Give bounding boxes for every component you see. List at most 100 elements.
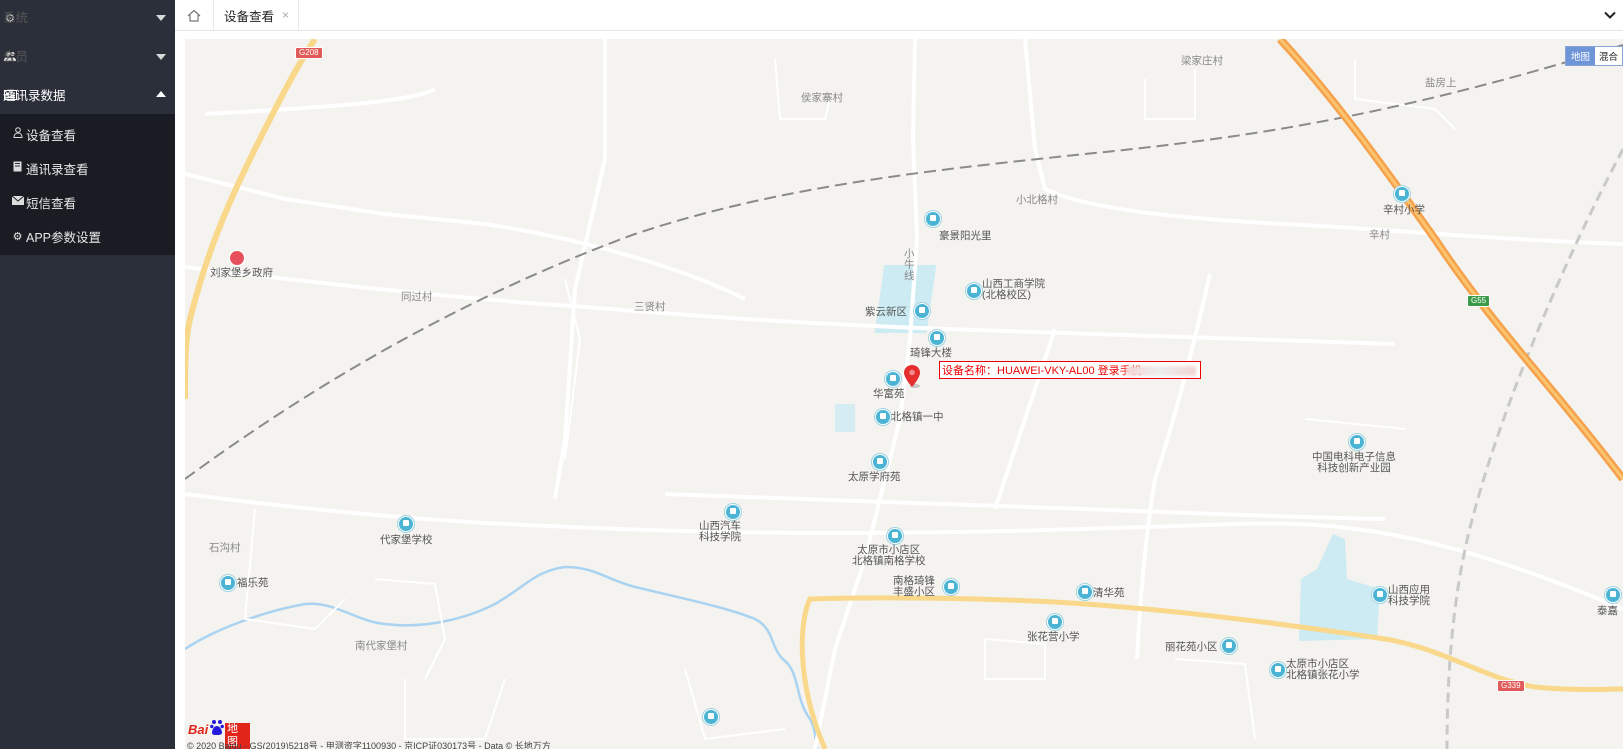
road-label-vertical: 小 牛 线 [904, 249, 915, 282]
sidebar-item-app-settings[interactable]: ⚙ APP参数设置 [0, 219, 175, 253]
poi-label: 华富苑 [873, 388, 905, 400]
gear-icon: ⚙ [12, 230, 23, 243]
poi-label: 紫云新区 [865, 306, 907, 318]
envelope-icon [11, 195, 24, 208]
poi-icon[interactable] [914, 303, 930, 319]
poi-icon[interactable] [1221, 638, 1237, 654]
poi-icon[interactable] [929, 330, 945, 346]
government-marker-icon[interactable] [229, 250, 245, 266]
chevron-down-icon [156, 15, 166, 21]
map-type-hybrid-button[interactable]: 混合 [1594, 47, 1622, 65]
poi-icon[interactable] [887, 528, 903, 544]
poi-label: 山西汽车 科技学院 [699, 521, 741, 543]
poi-label: 山西应用 科技学院 [1388, 585, 1430, 607]
poi-sub: 北格镇张花小学 [1286, 669, 1360, 681]
sidebar-item-contacts-view[interactable]: 通讯录查看 [0, 151, 175, 185]
poi-icon[interactable] [943, 579, 959, 595]
device-info-text: 设备名称：HUAWEI-VKY-AL00 登录手机: [942, 365, 1145, 377]
poi-sub: 科技学院 [1388, 595, 1430, 607]
poi-icon[interactable] [220, 575, 236, 591]
chevron-down-icon [156, 54, 166, 60]
village-label: 梁家庄村 [1181, 55, 1223, 67]
home-icon [187, 9, 201, 22]
sidebar-item-label: APP参数设置 [26, 230, 102, 245]
baidu-logo-text-left: Bai [188, 722, 209, 737]
poi-label: 辛村小学 [1383, 204, 1425, 216]
poi-icon[interactable] [703, 709, 719, 725]
village-label: 三贤村 [634, 301, 666, 313]
poi-icon[interactable] [885, 371, 901, 387]
poi-icon[interactable] [1372, 587, 1388, 603]
paw-icon [210, 720, 224, 735]
poi-sub: 丰盛小区 [893, 586, 935, 598]
map-copyright: © 2020 Baidu - GS(2019)5218号 - 甲测资字11009… [187, 741, 551, 749]
poi-icon[interactable] [1047, 614, 1063, 630]
poi-icon[interactable] [725, 504, 741, 520]
village-label: 石沟村 [209, 542, 241, 554]
sidebar-item-label: 短信查看 [26, 196, 77, 211]
sidebar: ⚙ 系统 会员 通讯录数据 设备查看 通讯录查看 短信查看 ⚙ APP参数设置 [0, 0, 175, 749]
redacted-phone [1126, 366, 1196, 376]
poi-label: 张花营小学 [1027, 631, 1080, 643]
device-info-label: 设备名称：HUAWEI-VKY-AL00 登录手机: [939, 361, 1201, 379]
road-badge-g55: G55 [1467, 295, 1491, 307]
poi-label: 福乐苑 [237, 577, 269, 589]
sidebar-item-sms-view[interactable]: 短信查看 [0, 185, 175, 219]
poi-sub: 科技创新产业园 [1317, 462, 1391, 474]
poi-label: 太原学府苑 [848, 471, 901, 483]
tab-menu-button[interactable] [1601, 6, 1619, 24]
tab-device-view[interactable]: 设备查看 × [214, 0, 300, 30]
menu-members[interactable]: 会员 [0, 39, 175, 75]
book-icon [11, 161, 24, 175]
poi-label: 清华苑 [1093, 587, 1125, 599]
sidebar-item-label: 设备查看 [26, 128, 77, 143]
user-outline-icon [11, 127, 24, 141]
baidu-logo: Bai 地图 [188, 719, 250, 749]
poi-icon[interactable] [966, 283, 982, 299]
road-label-char: 线 [904, 270, 915, 282]
submenu: 设备查看 通讯录查看 短信查看 ⚙ APP参数设置 [0, 114, 175, 255]
poi-label: 太原市小店区 北格镇南格学校 [852, 545, 926, 567]
map-canvas[interactable]: G208 G55 G339 梁家庄村 侯家寨村 盐房上 小北格村 辛村 同过村 … [185, 39, 1623, 749]
poi-sub: (北格校区) [982, 289, 1031, 301]
poi-label: 南格琦锋 丰盛小区 [893, 576, 935, 598]
menu-contacts-data[interactable]: 通讯录数据 [0, 78, 175, 114]
poi-label: 泰嘉 [1597, 605, 1618, 617]
village-label: 南代家堡村 [355, 640, 408, 652]
poi-icon[interactable] [1349, 434, 1365, 450]
poi-label: 琦锋大楼 [910, 347, 952, 359]
sidebar-item-label: 通讯录查看 [26, 162, 89, 177]
poi-label: 代家堡学校 [380, 534, 433, 546]
poi-label: 太原市小店区 北格镇张花小学 [1286, 659, 1360, 681]
village-label: 侯家寨村 [801, 92, 843, 104]
poi-icon[interactable] [398, 516, 414, 532]
menu-system-label: 系统 [3, 11, 29, 25]
location-pin-icon[interactable] [904, 365, 920, 389]
home-tab-button[interactable] [175, 0, 214, 30]
menu-system[interactable]: ⚙ 系统 [0, 0, 175, 36]
close-icon[interactable]: × [282, 8, 289, 22]
village-label: 小北格村 [1016, 194, 1058, 206]
village-label: 同过村 [401, 291, 433, 303]
poi-label: 刘家堡乡政府 [210, 267, 273, 279]
poi-icon[interactable] [1394, 186, 1410, 202]
poi-icon[interactable] [1605, 587, 1621, 603]
menu-members-label: 会员 [3, 50, 29, 64]
poi-icon[interactable] [872, 454, 888, 470]
poi-label: 山西工商学院 (北格校区) [982, 279, 1045, 301]
poi-icon[interactable] [1077, 584, 1093, 600]
road-badge-g208: G208 [295, 47, 323, 59]
poi-sub: 科技学院 [699, 531, 741, 543]
poi-label: 豪景阳光里 [939, 230, 992, 242]
poi-label: 丽花苑小区 [1165, 641, 1218, 653]
poi-icon[interactable] [875, 409, 891, 425]
road-badge-g339: G339 [1497, 680, 1525, 692]
tab-label: 设备查看 [224, 9, 275, 24]
poi-icon[interactable] [925, 211, 941, 227]
poi-icon[interactable] [1270, 662, 1286, 678]
map-type-switch: 地图 混合 [1564, 46, 1623, 66]
map-type-map-button[interactable]: 地图 [1565, 47, 1595, 65]
sidebar-item-device-view[interactable]: 设备查看 [0, 117, 175, 151]
poi-label: 北格镇一中 [891, 411, 944, 423]
poi-sub: 北格镇南格学校 [852, 555, 926, 567]
